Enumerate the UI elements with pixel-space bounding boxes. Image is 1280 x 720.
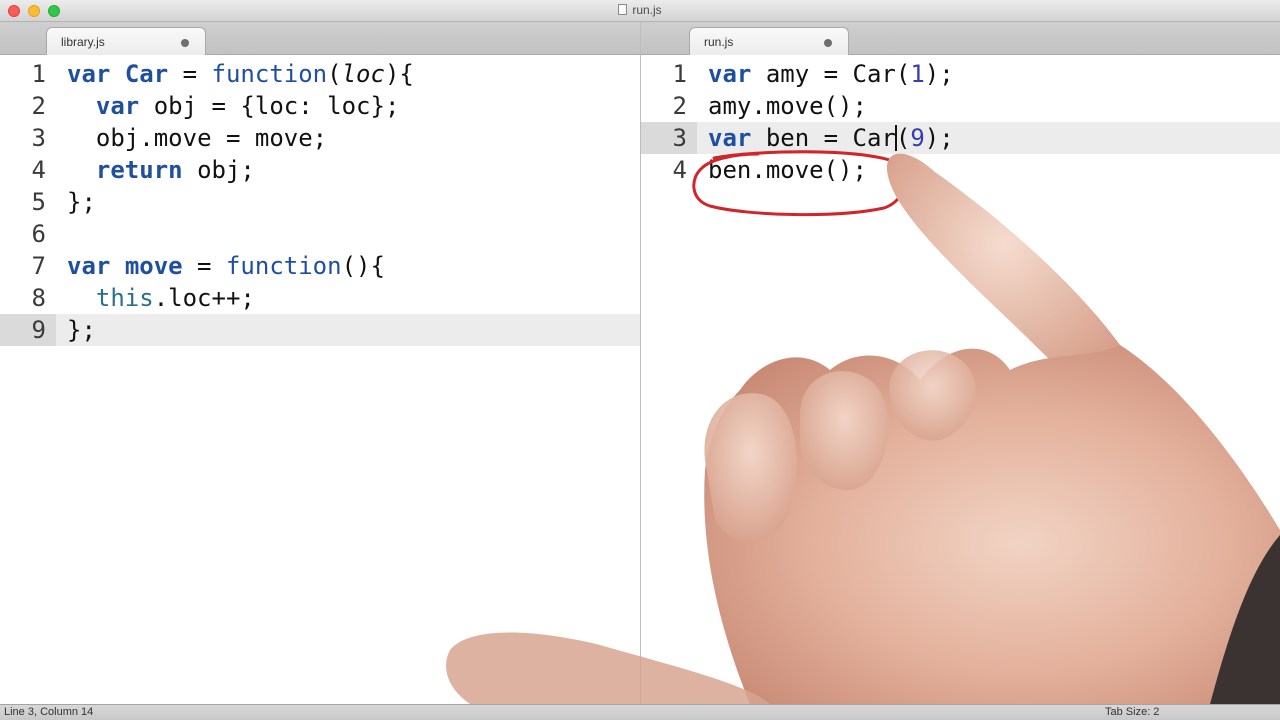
line-number: 4: [31, 156, 46, 184]
keyword-token: var: [67, 60, 111, 88]
line-number: 1: [31, 60, 46, 88]
tab-size-selector[interactable]: Tab Size: 2: [1105, 706, 1159, 718]
identifier-token: move: [153, 124, 212, 152]
keyword-token: var: [67, 252, 111, 280]
identifier-token: move: [765, 92, 824, 120]
tab-label: run.js: [704, 35, 734, 49]
line-number: 8: [31, 284, 46, 312]
line-number: 2: [672, 92, 687, 120]
identifier-token: loc: [254, 92, 299, 120]
line-number: 2: [31, 92, 46, 120]
window-title: run.js: [0, 3, 1280, 17]
code-text: var amy = Car(1);: [708, 60, 954, 88]
status-bar: Line 3, Column 14 Tab Size: 2: [0, 704, 1280, 720]
tab-library-js[interactable]: library.js: [46, 27, 206, 55]
code-line[interactable]: 2 amy.move();: [641, 90, 1280, 122]
tab-label: library.js: [61, 35, 105, 49]
line-number: 3: [31, 124, 46, 152]
code-text: obj.move = move;: [95, 124, 328, 152]
code-text: };: [67, 188, 96, 216]
code-text: };: [67, 316, 96, 344]
cursor-position: Line 3, Column 14: [4, 706, 94, 718]
code-text: var move = function(){: [67, 252, 385, 280]
identifier-token: obj: [197, 156, 241, 184]
identifier-token: amy: [708, 92, 752, 120]
code-text: var Car = function(loc){: [67, 60, 414, 88]
line-number: 1: [672, 60, 687, 88]
document-icon: [618, 4, 628, 15]
identifier-token: move: [124, 252, 183, 280]
presenter-hand: [446, 153, 1280, 704]
code-line[interactable]: 1 var amy = Car(1);: [641, 58, 1280, 90]
identifier-token: Car: [124, 60, 169, 88]
unsaved-dot-icon[interactable]: [824, 39, 832, 47]
identifier-token: Car: [852, 60, 896, 88]
keyword-token: function: [211, 60, 328, 88]
keyword-token: return: [95, 156, 183, 184]
line-number: 7: [31, 252, 46, 280]
identifier-token: loc: [327, 92, 371, 120]
code-line[interactable]: 1 var Car = function(loc){: [0, 58, 640, 90]
window-title-text: run.js: [632, 3, 662, 17]
param-token: loc: [341, 60, 385, 88]
keyword-token: var: [708, 60, 752, 88]
identifier-token: move: [254, 124, 313, 152]
code-line[interactable]: 2 var obj = {loc: loc};: [0, 90, 640, 122]
code-text: amy.move();: [708, 92, 867, 120]
tab-strip-left: library.js: [0, 22, 640, 55]
line-number: 6: [31, 220, 46, 248]
line-number: 9: [0, 314, 56, 346]
line-number: 5: [31, 188, 46, 216]
window-titlebar: run.js: [0, 0, 1280, 22]
code-text: var obj = {loc: loc};: [95, 92, 400, 120]
code-text: this.loc++;: [95, 284, 255, 312]
keyword-token: function: [225, 252, 342, 280]
keyword-token: this: [95, 284, 154, 312]
unsaved-dot-icon[interactable]: [181, 39, 189, 47]
identifier-token: amy: [765, 60, 810, 88]
keyword-token: var: [95, 92, 140, 120]
tab-strip-right: run.js: [641, 22, 1280, 55]
tab-run-js[interactable]: run.js: [689, 27, 849, 55]
code-text: return obj;: [95, 156, 255, 184]
identifier-token: obj: [153, 92, 198, 120]
number-token: 1: [910, 60, 925, 88]
identifier-token: obj: [95, 124, 140, 152]
identifier-token: loc: [168, 284, 212, 312]
